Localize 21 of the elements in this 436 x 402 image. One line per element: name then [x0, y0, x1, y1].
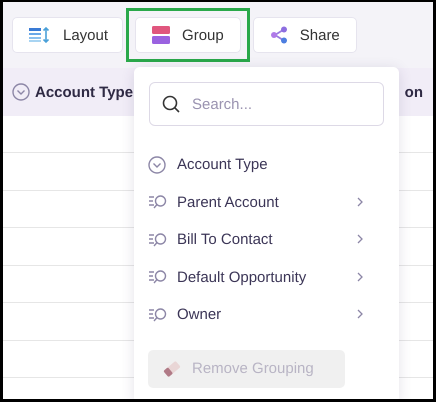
menu-item[interactable]: Owner	[148, 296, 385, 334]
lookup-icon	[148, 232, 168, 248]
menu-item[interactable]: Default Opportunity	[148, 258, 385, 296]
group-button[interactable]: Group	[135, 17, 241, 53]
lookup-icon	[148, 269, 168, 286]
dropdown-circle-icon	[148, 156, 166, 174]
menu-item[interactable]: Account Type	[148, 146, 385, 184]
menu-item[interactable]: Bill To Contact	[148, 221, 385, 258]
menu-item[interactable]: Parent Account	[148, 184, 385, 221]
share-icon	[270, 26, 288, 44]
search-icon	[162, 95, 180, 113]
lookup-icon	[148, 306, 168, 323]
layout-icon	[29, 27, 51, 43]
layout-button[interactable]: Layout	[12, 17, 124, 53]
column-header[interactable]: on	[404, 84, 423, 100]
group-icon	[152, 26, 170, 44]
lookup-icon	[148, 194, 168, 210]
share-button[interactable]: Share	[252, 17, 357, 53]
search-field[interactable]: Search...	[149, 82, 384, 126]
dropdown-circle-icon	[12, 83, 30, 101]
column-header[interactable]: Account Type	[35, 84, 134, 100]
